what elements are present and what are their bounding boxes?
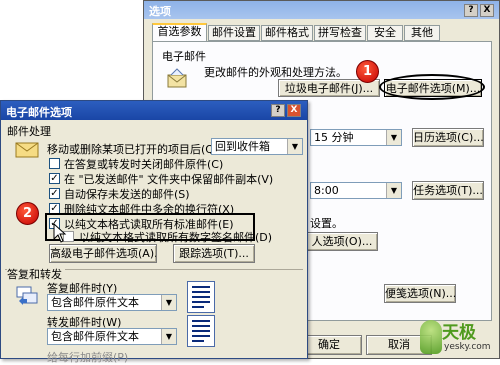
help-button[interactable]: ? bbox=[464, 4, 478, 17]
options-titlebar: 选项 ? X bbox=[144, 1, 499, 19]
envelope-icon bbox=[15, 141, 39, 159]
mouse-cursor-icon bbox=[53, 222, 67, 243]
section-email-label: 电子邮件 bbox=[162, 50, 206, 63]
chevron-down-icon: ▼ bbox=[161, 295, 176, 310]
tab-other[interactable]: 其他 bbox=[404, 25, 440, 41]
save-copy-label: 在 "已发送邮件" 文件夹中保留邮件副本(V) bbox=[64, 173, 274, 186]
autosave-label: 自动保存未发送的邮件(S) bbox=[64, 188, 190, 201]
watermark-brand: 天极 bbox=[442, 323, 476, 343]
prefix-label: 给每行加前缀(P) bbox=[47, 351, 129, 364]
email-envelope-icon bbox=[166, 67, 188, 89]
reminder-combo[interactable]: 15 分钟 ▼ bbox=[310, 129, 402, 146]
save-copy-checkbox[interactable]: ✓ bbox=[49, 173, 60, 184]
after-move-label: 移动或删除某项已打开的项目后(Q): bbox=[47, 143, 222, 156]
close-button[interactable]: X bbox=[480, 4, 494, 17]
tracking-options-button[interactable]: 跟踪选项(T)... bbox=[173, 244, 255, 263]
close-original-label: 在答复或转发时关闭邮件原件(C) bbox=[64, 158, 224, 171]
tab-security[interactable]: 安全 bbox=[367, 25, 403, 41]
read-signed-plain-text-label: 以纯文本格式读取所有数字签名邮件(D) bbox=[79, 231, 273, 244]
task-options-button[interactable]: 任务选项(T)... bbox=[412, 181, 484, 200]
tab-mail-format[interactable]: 邮件格式 bbox=[261, 25, 313, 41]
forward-preview-icon bbox=[187, 315, 215, 347]
callout-2: 2 bbox=[16, 202, 39, 225]
reply-forward-icon bbox=[15, 283, 39, 307]
autosave-checkbox[interactable]: ✓ bbox=[49, 188, 60, 199]
callout-1: 1 bbox=[356, 60, 379, 83]
email-options-highlight bbox=[379, 74, 485, 100]
chevron-down-icon: ▼ bbox=[386, 183, 401, 198]
advanced-email-options-button[interactable]: 高级电子邮件选项(A)... bbox=[49, 244, 157, 263]
chevron-down-icon: ▼ bbox=[287, 139, 302, 154]
yesky-watermark-logo: 天极 yesky.com bbox=[420, 318, 498, 358]
email-options-titlebar: 电子邮件选项 ? X bbox=[1, 101, 307, 120]
reply-combo[interactable]: 包含邮件原件文本 ▼ bbox=[47, 294, 177, 311]
chevron-down-icon: ▼ bbox=[161, 329, 176, 344]
tab-strip: 首选参数 邮件设置 邮件格式 拼写检查 安全 其他 bbox=[152, 23, 492, 41]
tab-preferences[interactable]: 首选参数 bbox=[152, 23, 207, 41]
settings-text: 设置。 bbox=[310, 217, 343, 230]
time-combo[interactable]: 8:00 ▼ bbox=[310, 182, 402, 199]
calendar-options-button[interactable]: 日历选项(C)... bbox=[412, 128, 484, 147]
watermark-site: yesky.com bbox=[444, 342, 491, 352]
options-title: 选项 bbox=[149, 5, 171, 18]
reply-preview-icon bbox=[187, 281, 215, 313]
close-button[interactable]: X bbox=[287, 104, 301, 117]
tab-mail-setup[interactable]: 邮件设置 bbox=[208, 25, 260, 41]
notes-options-button[interactable]: 便笺选项(N)... bbox=[384, 284, 456, 303]
close-original-checkbox[interactable] bbox=[49, 158, 60, 169]
forward-combo[interactable]: 包含邮件原件文本 ▼ bbox=[47, 328, 177, 345]
email-options-dialog: 电子邮件选项 ? X 邮件处理 移动或删除某项已打开的项目后(Q): 回到收件箱… bbox=[0, 100, 308, 364]
after-move-combo[interactable]: 回到收件箱 ▼ bbox=[211, 138, 303, 155]
email-options-title: 电子邮件选项 bbox=[6, 106, 72, 119]
watermark-mascot-icon bbox=[420, 320, 442, 354]
email-description: 更改邮件的外观和处理方法。 bbox=[204, 66, 347, 79]
help-button[interactable]: ? bbox=[271, 104, 285, 117]
contact-options-button[interactable]: 人选项(O)... bbox=[306, 232, 378, 251]
chevron-down-icon: ▼ bbox=[386, 130, 401, 145]
section-handling-label: 邮件处理 bbox=[7, 125, 51, 138]
tab-spelling[interactable]: 拼写检查 bbox=[314, 25, 366, 41]
